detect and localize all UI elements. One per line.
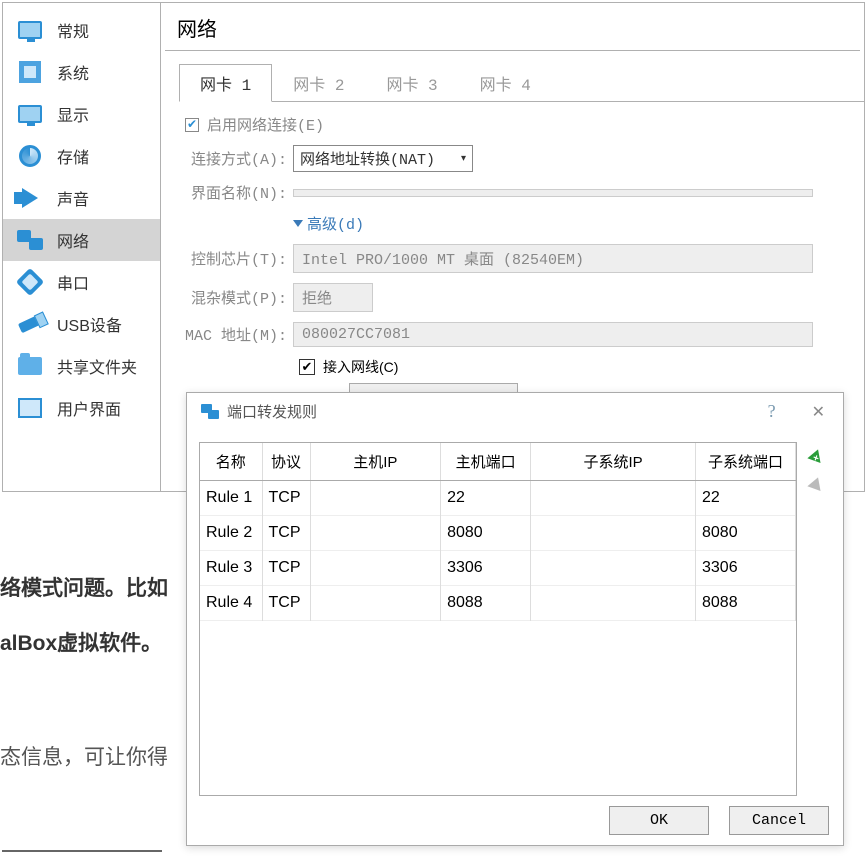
ok-button[interactable]: OK xyxy=(609,806,709,835)
add-icon xyxy=(807,447,824,463)
sidebar-item-label: 存储 xyxy=(57,144,89,168)
sidebar-item-audio[interactable]: 声音 xyxy=(3,177,160,219)
monitor-icon xyxy=(17,17,43,43)
table-row[interactable]: Rule 2TCP80808080 xyxy=(200,516,796,551)
folder-icon xyxy=(17,353,43,379)
ui-icon xyxy=(17,395,43,421)
table-row[interactable]: Rule 4TCP80888088 xyxy=(200,586,796,621)
enable-network-checkbox[interactable] xyxy=(185,118,199,132)
display-icon xyxy=(17,101,43,127)
table-header-row: 名称 协议 主机IP 主机端口 子系统IP 子系统端口 xyxy=(200,443,796,481)
enable-network-label: 启用网络连接(E) xyxy=(207,114,324,135)
sidebar-item-system[interactable]: 系统 xyxy=(3,51,160,93)
port-forwarding-dialog: 端口转发规则 ? ✕ 名称 协议 主机IP 主机端口 子系统IP 子系统端口 R… xyxy=(186,392,844,846)
tab-adapter-4[interactable]: 网卡 4 xyxy=(459,64,552,102)
sidebar-item-serial[interactable]: 串口 xyxy=(3,261,160,303)
tab-adapter-1[interactable]: 网卡 1 xyxy=(179,64,272,102)
port-forwarding-table[interactable]: 名称 协议 主机IP 主机端口 子系统IP 子系统端口 Rule 1TCP222… xyxy=(199,442,797,796)
remove-icon xyxy=(807,475,824,491)
chip-icon xyxy=(17,59,43,85)
close-button[interactable]: ✕ xyxy=(808,402,829,422)
sidebar-item-label: USB设备 xyxy=(57,312,122,336)
sidebar-item-label: 共享文件夹 xyxy=(57,354,137,378)
divider xyxy=(2,850,162,852)
sidebar-item-shared-folders[interactable]: 共享文件夹 xyxy=(3,345,160,387)
sidebar-item-label: 系统 xyxy=(57,60,89,84)
sidebar-item-label: 声音 xyxy=(57,186,89,210)
sidebar-item-general[interactable]: 常规 xyxy=(3,9,160,51)
sidebar-item-label: 串口 xyxy=(57,270,89,294)
mac-address-field[interactable]: 080027CC7081 xyxy=(293,322,813,347)
dialog-title: 端口转发规则 xyxy=(227,401,317,422)
panel-title: 网络 xyxy=(165,7,860,51)
advanced-toggle[interactable]: 高级(d) xyxy=(293,213,364,234)
table-row[interactable]: Rule 1TCP2222 xyxy=(200,481,796,516)
interface-name-field xyxy=(293,189,813,197)
background-article-text: 络模式问题。比如 alBox虚拟软件。 态信息，可让你得 xyxy=(0,562,168,786)
dialog-titlebar: 端口转发规则 ? ✕ xyxy=(187,393,843,430)
network-icon xyxy=(201,404,219,419)
sidebar-item-label: 常规 xyxy=(57,18,89,42)
triangle-down-icon xyxy=(293,220,303,227)
remove-rule-button[interactable] xyxy=(803,472,829,494)
adapter-type-label: 控制芯片(T): xyxy=(179,248,293,269)
promiscuous-mode-label: 混杂模式(P): xyxy=(179,287,293,308)
sidebar-item-user-interface[interactable]: 用户界面 xyxy=(3,387,160,429)
usb-icon xyxy=(17,311,43,337)
tab-adapter-2[interactable]: 网卡 2 xyxy=(272,64,365,102)
attached-to-label: 连接方式(A): xyxy=(179,148,293,169)
sidebar-item-label: 显示 xyxy=(57,102,89,126)
serial-icon xyxy=(17,269,43,295)
adapter-type-field: Intel PRO/1000 MT 桌面 (82540EM) xyxy=(293,244,813,273)
sidebar-item-usb[interactable]: USB设备 xyxy=(3,303,160,345)
adapter-tabs: 网卡 1 网卡 2 网卡 3 网卡 4 xyxy=(179,63,864,102)
interface-name-label: 界面名称(N): xyxy=(179,182,293,203)
add-rule-button[interactable] xyxy=(803,444,829,466)
network-icon xyxy=(17,227,43,253)
disk-icon xyxy=(17,143,43,169)
sidebar-item-label: 用户界面 xyxy=(57,396,121,420)
sidebar-item-display[interactable]: 显示 xyxy=(3,93,160,135)
table-row[interactable]: Rule 3TCP33063306 xyxy=(200,551,796,586)
cable-connected-checkbox[interactable] xyxy=(299,359,315,375)
promiscuous-mode-field: 拒绝 xyxy=(293,283,373,312)
attached-to-select[interactable]: 网络地址转换(NAT) ▾ xyxy=(293,145,473,172)
cable-connected-label: 接入网线(C) xyxy=(323,357,398,377)
help-button[interactable]: ? xyxy=(744,401,800,422)
sidebar-item-label: 网络 xyxy=(57,228,89,252)
sidebar-item-network[interactable]: 网络 xyxy=(3,219,160,261)
settings-sidebar: 常规 系统 显示 存储 声音 网络 串口 USB设备 xyxy=(3,3,161,491)
sidebar-item-storage[interactable]: 存储 xyxy=(3,135,160,177)
cancel-button[interactable]: Cancel xyxy=(729,806,829,835)
chevron-down-icon: ▾ xyxy=(461,153,466,165)
mac-address-label: MAC 地址(M): xyxy=(179,324,293,345)
tab-adapter-3[interactable]: 网卡 3 xyxy=(365,64,458,102)
speaker-icon xyxy=(17,185,43,211)
